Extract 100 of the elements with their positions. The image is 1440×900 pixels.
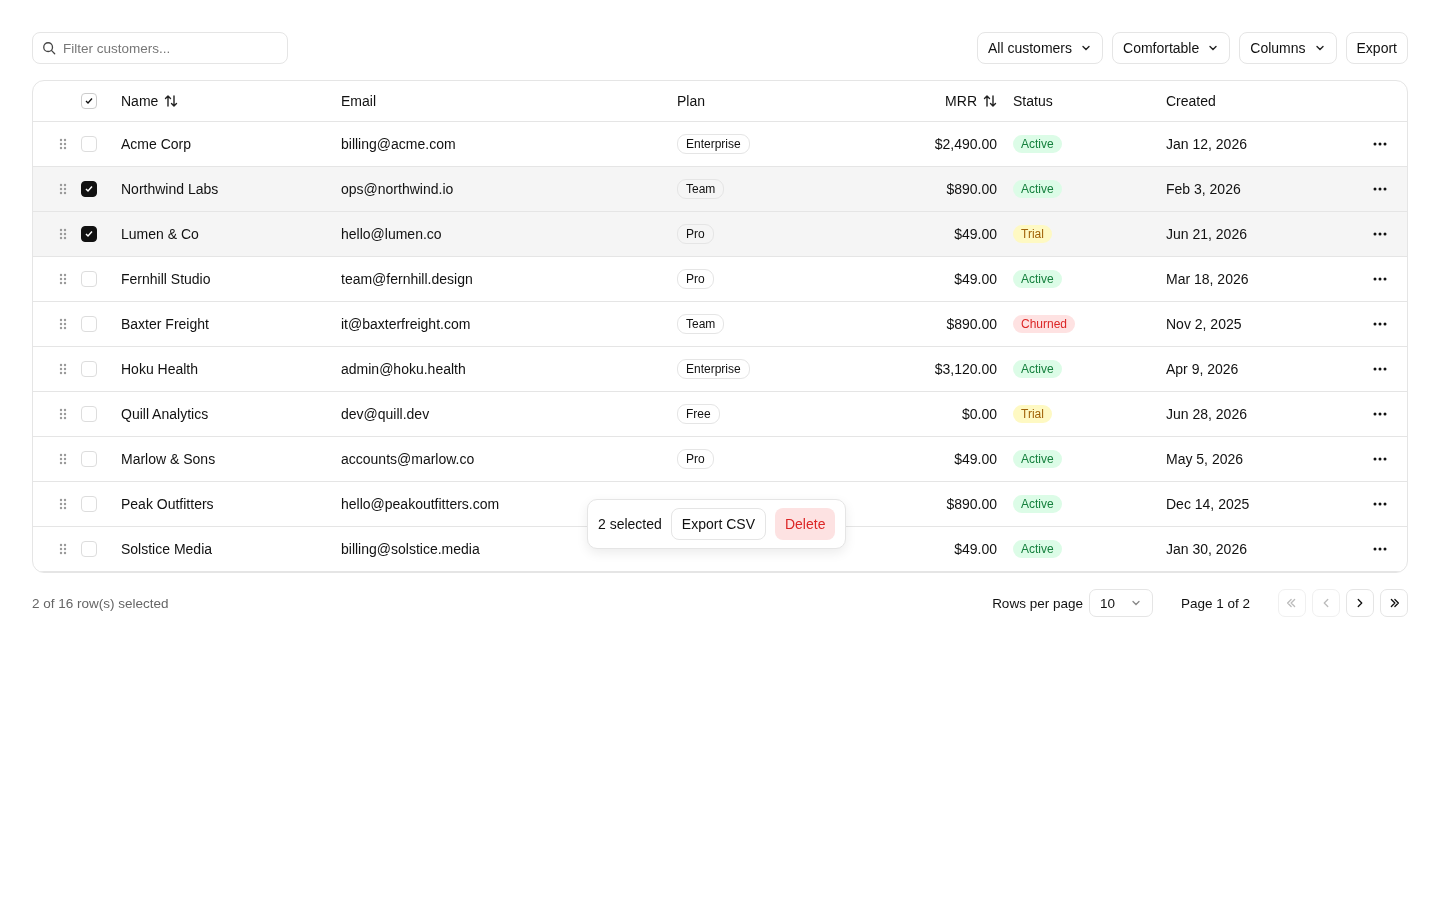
created-date: Nov 2, 2025 <box>1166 316 1242 332</box>
created-date: Jan 30, 2026 <box>1166 541 1247 557</box>
column-header[interactable]: Name <box>121 93 159 109</box>
column-header: Status <box>1013 93 1053 109</box>
status-badge: Trial <box>1013 405 1052 423</box>
selection-summary: 2 of 16 row(s) selected <box>32 595 169 611</box>
last-page-button[interactable] <box>1380 589 1408 617</box>
email-text: hello@peakoutfitters.com <box>341 496 500 512</box>
mrr-amount: $49.00 <box>954 451 997 467</box>
row-checkbox[interactable] <box>81 226 97 242</box>
email-text: dev@quill.dev <box>341 406 430 422</box>
mrr-amount: $2,490.00 <box>934 136 997 152</box>
email-text: it@baxterfreight.com <box>341 316 471 332</box>
more-icon[interactable] <box>1373 502 1387 506</box>
column-header: Email <box>341 93 376 109</box>
created-date: Mar 18, 2026 <box>1166 271 1249 287</box>
drag-handle-icon[interactable] <box>59 228 67 240</box>
select-all-checkbox[interactable] <box>81 93 97 109</box>
drag-handle-icon[interactable] <box>59 498 67 510</box>
customer-name: Marlow & Sons <box>121 451 216 467</box>
email-text: team@fernhill.design <box>341 271 473 287</box>
status-badge: Active <box>1013 495 1062 513</box>
more-icon[interactable] <box>1373 142 1387 146</box>
created-date: Dec 14, 2025 <box>1166 496 1250 512</box>
more-icon[interactable] <box>1373 547 1387 551</box>
customer-name: Hoku Health <box>121 361 199 377</box>
more-icon[interactable] <box>1373 412 1387 416</box>
more-icon[interactable] <box>1373 277 1387 281</box>
more-icon[interactable] <box>1373 367 1387 371</box>
mrr-amount: $890.00 <box>946 316 997 332</box>
customer-name: Acme Corp <box>121 136 192 152</box>
mrr-amount: $49.00 <box>954 541 997 557</box>
more-icon[interactable] <box>1373 187 1387 191</box>
more-icon[interactable] <box>1373 322 1387 326</box>
row-checkbox[interactable] <box>81 181 97 197</box>
mrr-amount: $3,120.00 <box>934 361 997 377</box>
export-csv-button[interactable]: Export CSV <box>670 508 766 540</box>
created-date: Jan 12, 2026 <box>1166 136 1247 152</box>
search-field[interactable]: Filter customers... <box>32 32 288 64</box>
sort-icon[interactable] <box>164 94 179 108</box>
mrr-amount: $49.00 <box>954 271 997 287</box>
dropdown-button[interactable]: Columns <box>1239 32 1337 64</box>
email-text: hello@lumen.co <box>341 226 442 242</box>
customer-name: Solstice Media <box>121 541 213 557</box>
plan-badge: Pro <box>677 224 714 244</box>
column-header: Created <box>1166 93 1216 109</box>
created-date: Feb 3, 2026 <box>1166 181 1241 197</box>
delete-button[interactable]: Delete <box>774 508 836 540</box>
created-date: Jun 28, 2026 <box>1166 406 1247 422</box>
status-badge: Trial <box>1013 225 1052 243</box>
more-icon[interactable] <box>1373 232 1387 236</box>
customer-name: Peak Outfitters <box>121 496 214 512</box>
drag-handle-icon[interactable] <box>59 543 67 555</box>
plan-badge: Team <box>677 179 725 199</box>
more-icon[interactable] <box>1373 457 1387 461</box>
drag-handle-icon[interactable] <box>59 318 67 330</box>
drag-handle-icon[interactable] <box>59 408 67 420</box>
check-icon <box>84 96 94 106</box>
status-badge: Active <box>1013 540 1062 558</box>
rows-per-page-select[interactable]: 10 <box>1088 589 1153 617</box>
mrr-amount: $0.00 <box>961 406 997 422</box>
customer-name: Lumen & Co <box>121 226 199 242</box>
status-badge: Active <box>1013 360 1062 378</box>
column-header[interactable]: MRR <box>945 93 977 109</box>
next-page-button[interactable] <box>1346 589 1374 617</box>
email-text: billing@solstice.media <box>341 541 480 557</box>
export-button[interactable]: Export <box>1345 32 1408 64</box>
plan-badge: Pro <box>677 269 714 289</box>
plan-badge: Team <box>677 314 725 334</box>
status-badge: Active <box>1013 450 1062 468</box>
check-icon <box>84 184 94 194</box>
status-badge: Active <box>1013 135 1062 153</box>
drag-handle-icon[interactable] <box>59 453 67 465</box>
created-date: Jun 21, 2026 <box>1166 226 1247 242</box>
drag-handle-icon[interactable] <box>59 138 67 150</box>
search-icon <box>42 41 56 55</box>
plan-badge: Pro <box>677 449 714 469</box>
email-text: billing@acme.com <box>341 136 456 152</box>
status-badge: Active <box>1013 180 1062 198</box>
customer-name: Baxter Freight <box>121 316 209 332</box>
customer-name: Quill Analytics <box>121 406 209 422</box>
sort-icon[interactable] <box>983 94 997 108</box>
customer-name: Fernhill Studio <box>121 271 211 287</box>
email-text: admin@hoku.health <box>341 361 466 377</box>
column-header: Plan <box>677 93 706 109</box>
check-icon <box>84 229 94 239</box>
drag-handle-icon[interactable] <box>59 183 67 195</box>
rows-per-page-label: Rows per page <box>992 595 1083 611</box>
dropdown-button[interactable]: Comfortable <box>1112 32 1231 64</box>
created-date: May 5, 2026 <box>1166 451 1244 467</box>
plan-badge: Enterprise <box>677 359 750 379</box>
selected-count: 2 selected <box>598 516 662 532</box>
drag-handle-icon[interactable] <box>59 363 67 375</box>
mrr-amount: $49.00 <box>954 226 997 242</box>
dropdown-button[interactable]: All customers <box>977 32 1103 64</box>
page-indicator: Page 1 of 2 <box>1180 595 1250 611</box>
status-badge: Churned <box>1013 315 1076 333</box>
email-text: accounts@marlow.co <box>341 451 475 467</box>
drag-handle-icon[interactable] <box>59 273 67 285</box>
created-date: Apr 9, 2026 <box>1166 361 1239 377</box>
